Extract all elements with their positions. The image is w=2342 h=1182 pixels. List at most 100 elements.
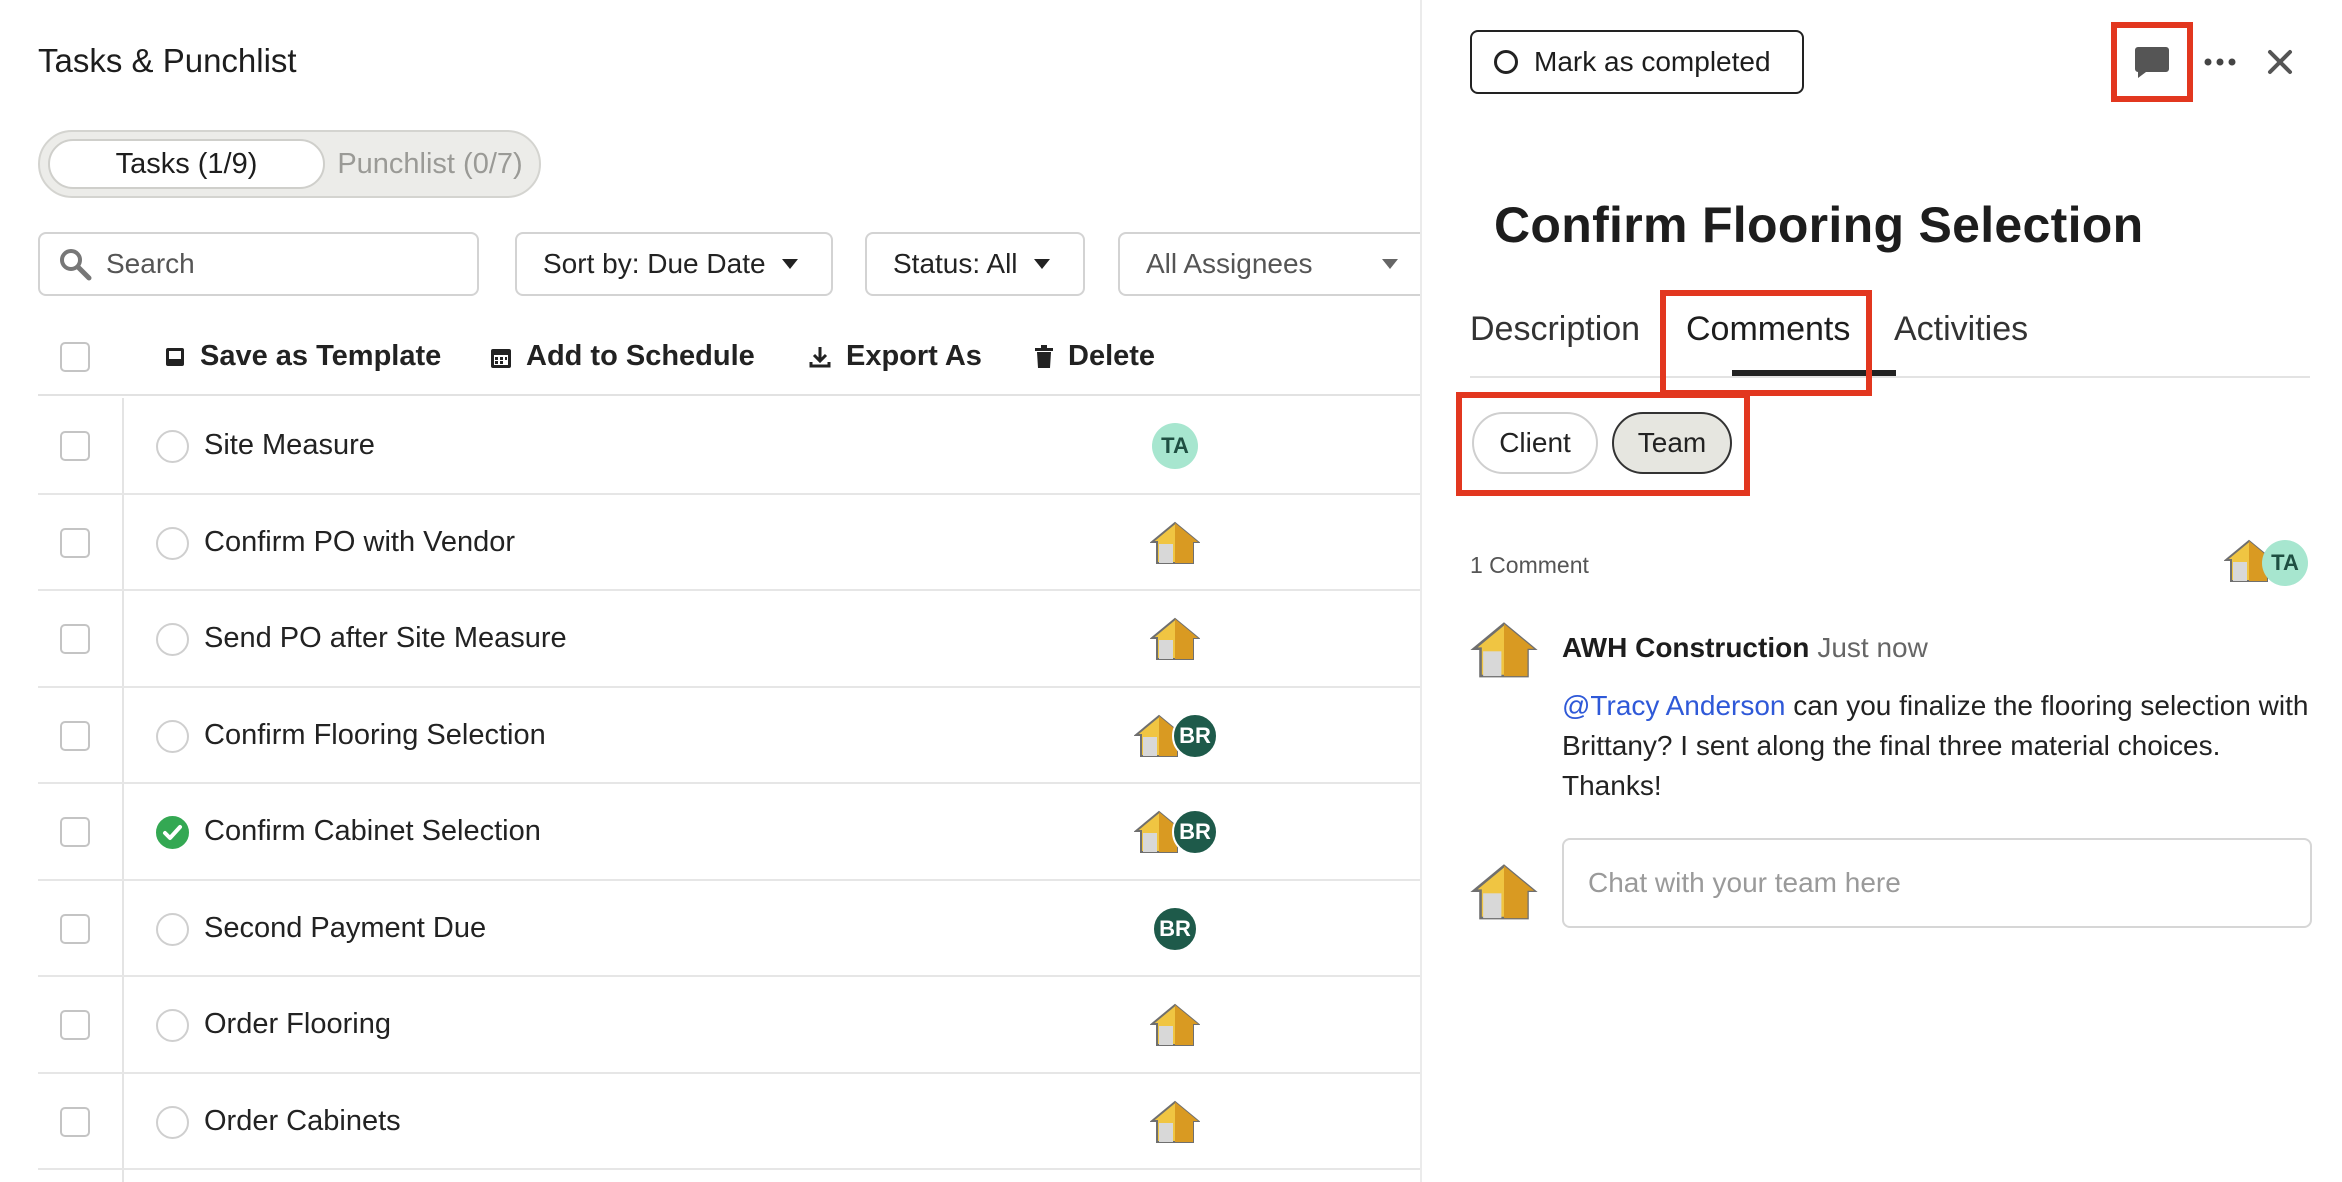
export-as-button[interactable]: Export As [808,340,982,373]
save-as-template-button[interactable]: Save as Template [164,340,441,373]
task-type-toggle: Tasks (1/9) Punchlist (0/7) [38,130,541,198]
avatar: BR [1172,712,1218,759]
close-button[interactable] [2258,40,2302,84]
sort-label: Sort by: Due Date [543,248,766,279]
tab-tasks[interactable]: Tasks (1/9) [48,139,325,189]
avatar: TA [2262,540,2308,586]
row-checkbox[interactable] [60,1010,90,1040]
highlight-box [1660,290,1872,396]
mark-as-completed-button[interactable]: Mark as completed [1470,30,1804,94]
avatar: BR [1152,905,1198,952]
task-row[interactable]: Confirm PO with Vendor [38,495,1420,591]
circle-icon [1494,50,1518,74]
comment-author: AWH Construction [1562,632,1810,663]
task-name: Confirm Flooring Selection [204,718,546,751]
assignees-label: All Assignees [1146,248,1313,279]
company-logo-icon [1470,864,1538,920]
assignee-avatars: BR [1134,712,1254,759]
task-name: Site Measure [204,429,375,461]
comment-count: 1 Comment [1470,552,1589,578]
calendar-icon [491,348,511,368]
assignees-dropdown[interactable]: All Assignees [1118,232,1420,296]
export-as-label: Export As [846,340,982,372]
comment-icon [2135,47,2169,78]
complete-toggle[interactable] [156,430,189,463]
task-row[interactable]: Send PO after Site Measure [38,591,1420,688]
row-checkbox[interactable] [60,817,90,847]
task-name: Confirm Cabinet Selection [204,815,541,847]
more-icon [2204,58,2236,66]
assignee-avatars: TA [1134,423,1254,469]
tab-activities[interactable]: Activities [1894,310,2028,349]
company-logo-icon [1150,1100,1200,1143]
comment-body: @Tracy Anderson can you finalize the flo… [1562,686,2322,806]
add-to-schedule-label: Add to Schedule [526,340,755,372]
row-checkbox[interactable] [60,624,90,654]
chevron-down-icon [1033,259,1050,269]
add-to-schedule-button[interactable]: Add to Schedule [490,340,755,373]
tab-description[interactable]: Description [1470,310,1640,349]
complete-toggle[interactable] [156,526,189,560]
task-row[interactable]: Site Measure TA [38,398,1420,495]
task-name: Order Cabinets [204,1104,401,1137]
avatar: TA [1152,423,1198,469]
row-checkbox[interactable] [60,431,90,461]
mark-as-completed-label: Mark as completed [1534,46,1771,77]
chevron-down-icon [1382,259,1398,269]
download-icon [809,346,831,367]
highlight-box [1456,392,1750,496]
task-row[interactable]: Second Payment Due BR [38,881,1420,977]
row-checkbox[interactable] [60,913,90,944]
trash-icon [1035,344,1053,368]
task-name: Order Flooring [204,1008,391,1040]
complete-toggle[interactable] [156,1105,189,1139]
assignee-avatars: BR [1134,905,1254,952]
task-row[interactable]: Order Flooring [38,977,1420,1074]
close-icon [2268,50,2292,74]
assignee-avatars: BR [1134,809,1254,855]
template-icon [166,347,184,366]
row-checkbox[interactable] [60,1106,90,1137]
row-checkbox[interactable] [60,720,90,751]
tab-punchlist[interactable]: Punchlist (0/7) [330,139,530,189]
status-label: Status: All [893,248,1018,279]
complete-toggle[interactable] [156,912,189,946]
user-mention[interactable]: @Tracy Anderson [1562,690,1785,721]
task-name: Second Payment Due [204,911,487,944]
task-list: Site Measure TA Confirm PO with Vendor S… [38,398,1420,1170]
select-all-checkbox[interactable] [60,342,90,372]
row-checkbox[interactable] [60,527,90,558]
delete-label: Delete [1068,340,1156,372]
complete-toggle[interactable] [156,623,189,656]
comment-time: Just now [1817,632,1928,663]
more-options-button[interactable] [2198,40,2242,84]
chat-input[interactable] [1588,867,2288,899]
assignee-avatars [1134,616,1254,662]
company-logo-icon [1150,1003,1200,1046]
complete-toggle[interactable] [156,1009,189,1042]
assignee-avatars [1134,520,1254,566]
task-name: Send PO after Site Measure [204,622,567,654]
detail-tabs: Description Comments Activities [1470,310,2310,378]
delete-button[interactable]: Delete [1034,340,1155,373]
complete-toggle[interactable] [156,719,189,753]
chat-input-box[interactable] [1562,838,2312,928]
sort-dropdown[interactable]: Sort by: Due Date [515,232,833,296]
complete-toggle[interactable] [156,816,189,849]
save-as-template-label: Save as Template [200,340,442,372]
task-name: Confirm PO with Vendor [204,525,516,558]
task-row[interactable]: Order Cabinets [38,1074,1420,1170]
task-list-panel: Tasks & Punchlist Tasks (1/9) Punchlist … [0,0,1420,1182]
task-row[interactable]: Confirm Cabinet Selection BR [38,784,1420,881]
status-dropdown[interactable]: Status: All [865,232,1085,296]
check-icon [163,825,182,840]
comments-toggle-button[interactable] [2122,36,2182,88]
company-logo-icon [1150,521,1200,564]
assignee-avatars [1134,1002,1254,1048]
search-icon [60,249,92,281]
search-box[interactable] [38,232,479,296]
company-logo-icon [1150,617,1200,660]
assignee-avatars [1134,1099,1254,1145]
task-row[interactable]: Confirm Flooring Selection BR [38,688,1420,784]
search-input[interactable] [106,248,466,280]
